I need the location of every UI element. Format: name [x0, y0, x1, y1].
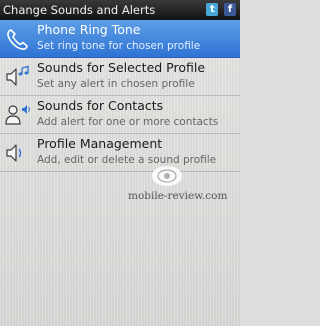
facebook-icon[interactable]: f — [224, 3, 236, 16]
menu-item-subtitle: Add alert for one or more contacts — [37, 116, 219, 128]
watermark-logo — [152, 166, 182, 186]
menu-item-subtitle: Set any alert in chosen profile — [37, 78, 195, 90]
menu-item-subtitle: Set ring tone for chosen profile — [37, 40, 201, 52]
menu-item-phone-ring-tone[interactable]: Phone Ring Tone Set ring tone for chosen… — [0, 20, 240, 58]
menu-item-label: Phone Ring Tone — [37, 22, 141, 37]
menu-item-label: Sounds for Selected Profile — [37, 60, 206, 75]
speaker-icon — [6, 144, 22, 162]
screen: Change Sounds and Alerts t f Phone Ring … — [0, 0, 240, 326]
twitter-icon[interactable]: t — [206, 3, 219, 16]
page-title: Change Sounds and Alerts — [3, 3, 156, 17]
phone-icon — [7, 29, 28, 50]
watermark-text: mobile-review.com — [128, 190, 228, 202]
menu-item-sounds-contacts[interactable]: Sounds for Contacts Add alert for one or… — [0, 96, 240, 134]
menu-item-profile-management[interactable]: Profile Management Add, edit or delete a… — [0, 134, 240, 172]
menu-item-sounds-selected-profile[interactable]: Sounds for Selected Profile Set any aler… — [0, 58, 240, 96]
title-bar: Change Sounds and Alerts t f — [0, 0, 240, 20]
menu-item-label: Sounds for Contacts — [37, 98, 164, 113]
menu-item-label: Profile Management — [37, 136, 163, 151]
title-icons: t f — [204, 3, 236, 17]
speaker-music-icon — [6, 65, 29, 86]
menu-item-subtitle: Add, edit or delete a sound profile — [37, 154, 217, 166]
contact-sound-icon — [5, 105, 30, 125]
